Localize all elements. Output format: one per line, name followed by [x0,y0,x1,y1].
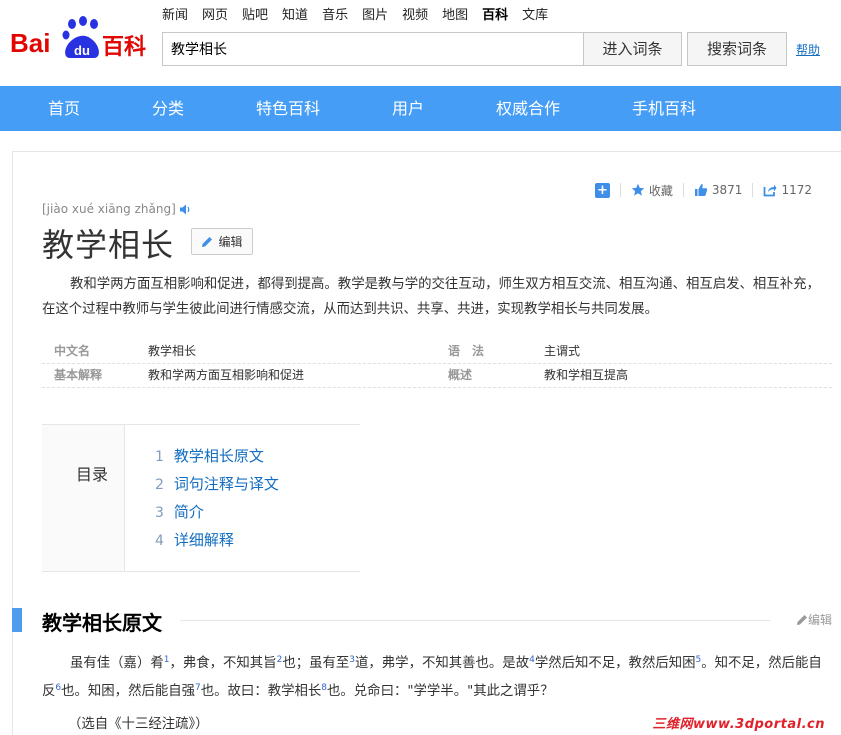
topnav-link[interactable]: 文库 [522,8,562,24]
topnav-link[interactable]: 知道 [282,8,322,24]
edit-entry-button[interactable]: 编辑 [191,228,253,255]
share-count: 1172 [781,183,812,197]
like-button[interactable]: 3871 [694,183,743,197]
section-divider [180,620,770,621]
thumbs-up-icon [694,184,708,196]
info-value: 教和学相互提高 [544,368,629,382]
catalog: 目录 1 教学相长原文 2 词句注释与译文 3 简介 4 详细解释 [42,424,360,572]
topnav-link[interactable]: 地图 [442,8,482,24]
top-nav: 新闻 网页 贴吧 知道 音乐 图片 视频 地图 百科 文库 [162,8,562,24]
like-count: 3871 [711,183,743,197]
para-text: 学然后知不足，教然后知困 [534,656,696,671]
catalog-label: 简介 [173,503,204,521]
entry-summary: 教和学两方面互相影响和促进，都得到提高。教学是教与学的交往互动，师生双方相互交流… [42,277,820,317]
catalog-num: 1 [155,449,164,465]
para-text: ，弗食，不知其旨 [169,656,277,671]
catalog-label-panel [42,425,125,571]
main-nav: 首页 分类 特色百科 用户 权威合作 手机百科 [0,86,841,131]
catalog-num: 3 [155,505,164,521]
catalog-item[interactable]: 1 教学相长原文 [155,445,264,466]
nav-featured[interactable]: 特色百科 [256,86,320,131]
nav-mobile[interactable]: 手机百科 [632,86,696,131]
section-paragraph: 虽有佳（嘉）肴1，弗食，不知其旨2也；虽有至3道，弗学，不知其善也。是故4学然后… [42,648,832,704]
header: Bai du 百科 新闻网页贴吧知道音乐图片视频地图百科文库 进入词条 搜索词条… [0,0,841,86]
share-button[interactable]: 1172 [763,183,812,197]
para-text: 也；虽有至 [282,656,350,671]
collect-button[interactable]: 收藏 [631,182,673,199]
source-citation: （选自《十三经注疏》） [68,717,209,732]
collect-label: 收藏 [648,183,673,198]
info-value: 教学相长 [148,344,197,358]
para-text: 也。知困，然后能自强 [61,684,196,699]
add-button[interactable]: + [594,182,610,198]
para-text: 也。兑命曰："学学半。"其此之谓乎？ [327,684,554,699]
divider [752,183,754,197]
info-key: 基本解释 [54,368,103,382]
topnav-link[interactable]: 图片 [362,8,402,24]
pencil-icon [796,614,807,625]
star-icon [631,183,645,196]
para-text: 虽有佳（嘉）肴 [70,656,164,671]
speaker-icon[interactable] [179,204,192,215]
basic-info-table: 中文名 教学相长 语 法 主谓式 基本解释 教和学两方面互相影响和促进 概述 教… [42,340,832,388]
topnav-link[interactable]: 视频 [402,8,442,24]
catalog-label: 教学相长原文 [173,447,264,465]
para-text: 道，弗学，不知其善也。是故 [355,656,530,671]
pinyin: [jiào xué xiāng zhǎng] [42,202,192,216]
svg-text:百科: 百科 [102,35,146,60]
catalog-item[interactable]: 3 简介 [155,501,204,522]
section-edit-button[interactable]: 编辑 [796,611,832,628]
plus-icon: + [594,182,610,198]
edit-label: 编辑 [218,235,243,249]
info-key: 语 法 [448,344,485,358]
topnav-link[interactable]: 音乐 [322,8,362,24]
nav-category[interactable]: 分类 [152,86,184,131]
search-entry-button[interactable]: 搜索词条 [687,32,787,66]
nav-user[interactable]: 用户 [392,86,424,131]
share-icon [764,184,777,197]
entry-toolbar: + 收藏 3871 1172 [585,181,812,199]
svg-text:Bai: Bai [10,28,50,58]
pencil-icon [202,236,213,247]
catalog-title: 目录 [76,465,109,484]
info-key: 概述 [448,368,473,382]
search-input[interactable] [162,32,583,66]
catalog-item[interactable]: 2 词句注释与译文 [155,473,279,494]
section-title: 教学相长原文 [42,607,170,636]
section-edit-label: 编辑 [807,613,832,627]
catalog-item[interactable]: 4 详细解释 [155,529,234,550]
entry-title: 教学相长 [42,226,175,264]
nav-authority[interactable]: 权威合作 [496,86,560,131]
info-row: 中文名 教学相长 语 法 主谓式 [42,340,832,364]
info-key: 中文名 [54,344,91,358]
info-value: 教和学两方面互相影响和促进 [148,368,305,382]
info-row: 基本解释 教和学两方面互相影响和促进 概述 教和学相互提高 [42,364,832,388]
baidu-logo-icon: Bai du 百科 [10,16,146,60]
catalog-label: 详细解释 [173,531,234,549]
topnav-link[interactable]: 新闻 [162,8,202,24]
svg-text:du: du [74,43,90,58]
divider [682,183,684,197]
pinyin-text: [jiào xué xiāng zhǎng] [42,202,176,216]
info-value: 主谓式 [544,344,581,358]
enter-entry-button[interactable]: 进入词条 [583,32,682,66]
catalog-num: 2 [155,477,164,493]
catalog-num: 4 [155,533,164,549]
para-text: 也。故曰：教学相长 [200,684,322,699]
topnav-link[interactable]: 贴吧 [242,8,282,24]
watermark: 三维网www.3dportal.cn [652,717,825,732]
topnav-link[interactable]: 网页 [202,8,242,24]
nav-home[interactable]: 首页 [48,86,80,131]
catalog-label: 词句注释与译文 [173,475,279,493]
divider [619,183,621,197]
baidu-baike-logo[interactable]: Bai du 百科 [10,14,152,64]
section-accent-bar [12,608,22,632]
topnav-link[interactable]: 百科 [482,8,522,24]
help-link[interactable]: 帮助 [796,41,820,58]
